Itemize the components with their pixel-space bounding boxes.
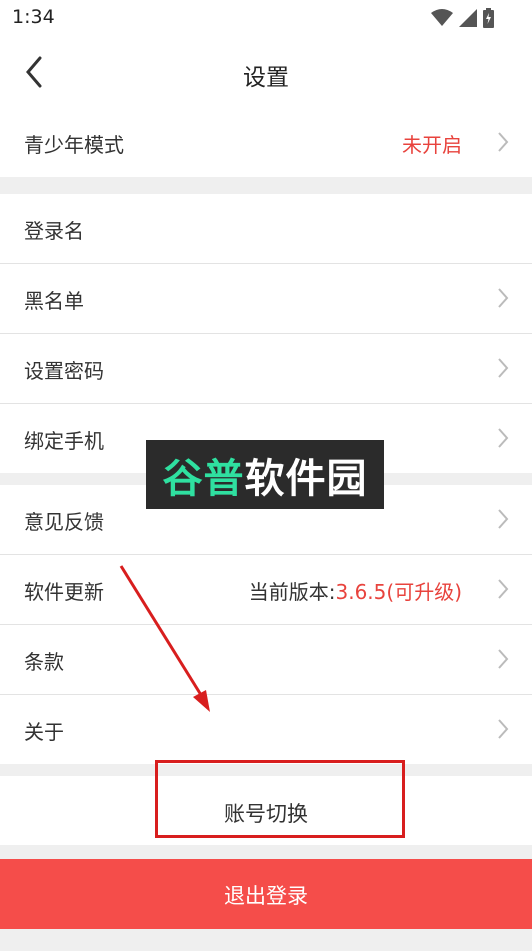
highlight-box xyxy=(155,760,405,838)
watermark-logo: 谷普 软件园 xyxy=(146,440,384,509)
chevron-right-icon xyxy=(498,509,509,529)
watermark-part2: 软件园 xyxy=(244,455,368,502)
logout-button[interactable]: 退出登录 xyxy=(0,859,532,929)
chevron-right-icon xyxy=(498,132,509,152)
setting-row-password[interactable]: 设置密码 xyxy=(0,334,532,404)
setting-label: 意见反馈 xyxy=(24,510,104,534)
setting-row-about[interactable]: 关于 xyxy=(0,695,532,764)
chevron-right-icon xyxy=(498,719,509,739)
chevron-right-icon xyxy=(498,428,509,448)
status-bar: 1:34 xyxy=(0,0,532,36)
settings-section-app: 意见反馈 软件更新 当前版本:3.6.5(可升级) 条款 关于 xyxy=(0,485,532,764)
setting-row-youth-mode[interactable]: 青少年模式 未开启 xyxy=(0,108,532,177)
setting-label: 关于 xyxy=(24,720,64,744)
wifi-icon xyxy=(431,9,453,26)
settings-section-account: 登录名 黑名单 设置密码 绑定手机 xyxy=(0,194,532,473)
header-bar: 设置 xyxy=(0,36,532,108)
signal-icon xyxy=(459,9,477,27)
chevron-right-icon xyxy=(498,649,509,669)
setting-label: 软件更新 xyxy=(24,580,104,604)
setting-value: 当前版本:3.6.5(可升级) xyxy=(248,580,462,604)
battery-charging-icon xyxy=(483,8,494,28)
setting-label: 登录名 xyxy=(24,219,84,243)
setting-row-terms[interactable]: 条款 xyxy=(0,625,532,695)
setting-label: 黑名单 xyxy=(24,289,84,313)
setting-label: 绑定手机 xyxy=(24,429,104,453)
logout-label: 退出登录 xyxy=(224,884,308,908)
setting-label: 设置密码 xyxy=(24,359,104,383)
chevron-right-icon xyxy=(498,579,509,599)
chevron-right-icon xyxy=(498,358,509,378)
setting-label: 青少年模式 xyxy=(24,133,124,157)
setting-row-software-update[interactable]: 软件更新 当前版本:3.6.5(可升级) xyxy=(0,555,532,625)
status-time: 1:34 xyxy=(12,6,55,28)
watermark-part1: 谷普 xyxy=(162,455,245,502)
chevron-right-icon xyxy=(498,288,509,308)
setting-value: 未开启 xyxy=(402,133,462,157)
setting-row-blacklist[interactable]: 黑名单 xyxy=(0,264,532,334)
settings-section-youth: 青少年模式 未开启 xyxy=(0,108,532,177)
setting-row-login-name[interactable]: 登录名 xyxy=(0,194,532,264)
setting-label: 条款 xyxy=(24,650,64,674)
page-title: 设置 xyxy=(243,65,289,91)
